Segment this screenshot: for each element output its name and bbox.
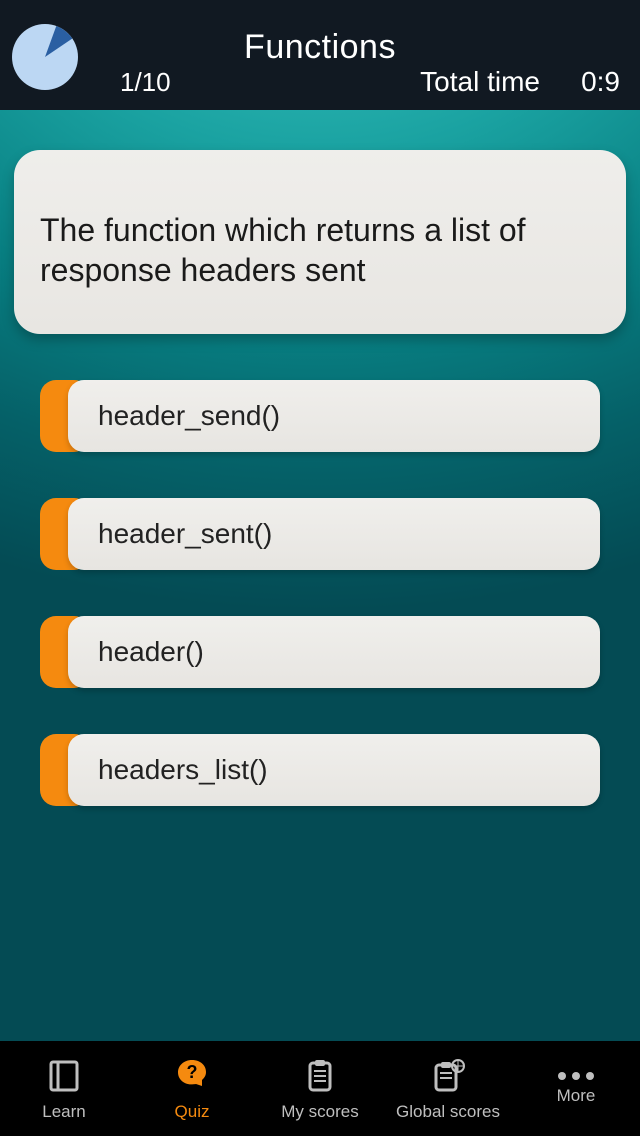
tab-label: Learn: [42, 1102, 85, 1122]
answer-text: header_send(): [98, 400, 280, 432]
answer-option[interactable]: header_sent(): [40, 498, 600, 570]
question-counter: 1/10: [120, 67, 171, 98]
answer-text: headers_list(): [98, 754, 268, 786]
answer-option[interactable]: headers_list(): [40, 734, 600, 806]
clipboard-globe-icon: [428, 1056, 468, 1096]
page-title: Functions: [0, 28, 640, 67]
tab-quiz[interactable]: ? Quiz: [128, 1041, 256, 1136]
clipboard-icon: [300, 1056, 340, 1096]
quiz-area: The function which returns a list of res…: [0, 110, 640, 1041]
ellipsis-icon: [558, 1072, 594, 1080]
answer-text: header(): [98, 636, 204, 668]
answer-text: header_sent(): [98, 518, 272, 550]
tab-label: Global scores: [396, 1102, 500, 1122]
answer-option[interactable]: header(): [40, 616, 600, 688]
tab-label: More: [557, 1086, 596, 1106]
svg-text:?: ?: [187, 1062, 198, 1082]
answer-option[interactable]: header_send(): [40, 380, 600, 452]
answer-list: header_send() header_sent() header() hea…: [40, 380, 600, 852]
tab-my-scores[interactable]: My scores: [256, 1041, 384, 1136]
tab-global-scores[interactable]: Global scores: [384, 1041, 512, 1136]
question-head-icon: ?: [172, 1056, 212, 1096]
question-text: The function which returns a list of res…: [40, 212, 526, 288]
tab-bar: Learn ? Quiz My scores Global scores Mor…: [0, 1041, 640, 1136]
app-header: Functions 1/10 Total time 0:9: [0, 0, 640, 110]
question-card: The function which returns a list of res…: [14, 150, 626, 334]
total-time-label: Total time: [420, 66, 540, 98]
total-time-value: 0:9: [581, 66, 620, 98]
book-icon: [44, 1056, 84, 1096]
tab-learn[interactable]: Learn: [0, 1041, 128, 1136]
tab-label: My scores: [281, 1102, 358, 1122]
tab-more[interactable]: More: [512, 1041, 640, 1136]
tab-label: Quiz: [175, 1102, 210, 1122]
